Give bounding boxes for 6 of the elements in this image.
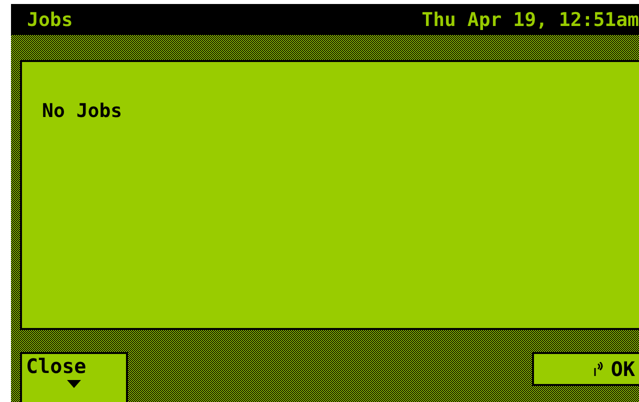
message-text: No Jobs (42, 100, 124, 122)
window-title: Jobs (27, 8, 73, 30)
close-button[interactable]: Close (20, 352, 128, 402)
ok-button[interactable]: OK (532, 352, 639, 386)
caret-icon (67, 380, 81, 388)
date-time: Thu Apr 19, 12:51am (422, 8, 639, 30)
